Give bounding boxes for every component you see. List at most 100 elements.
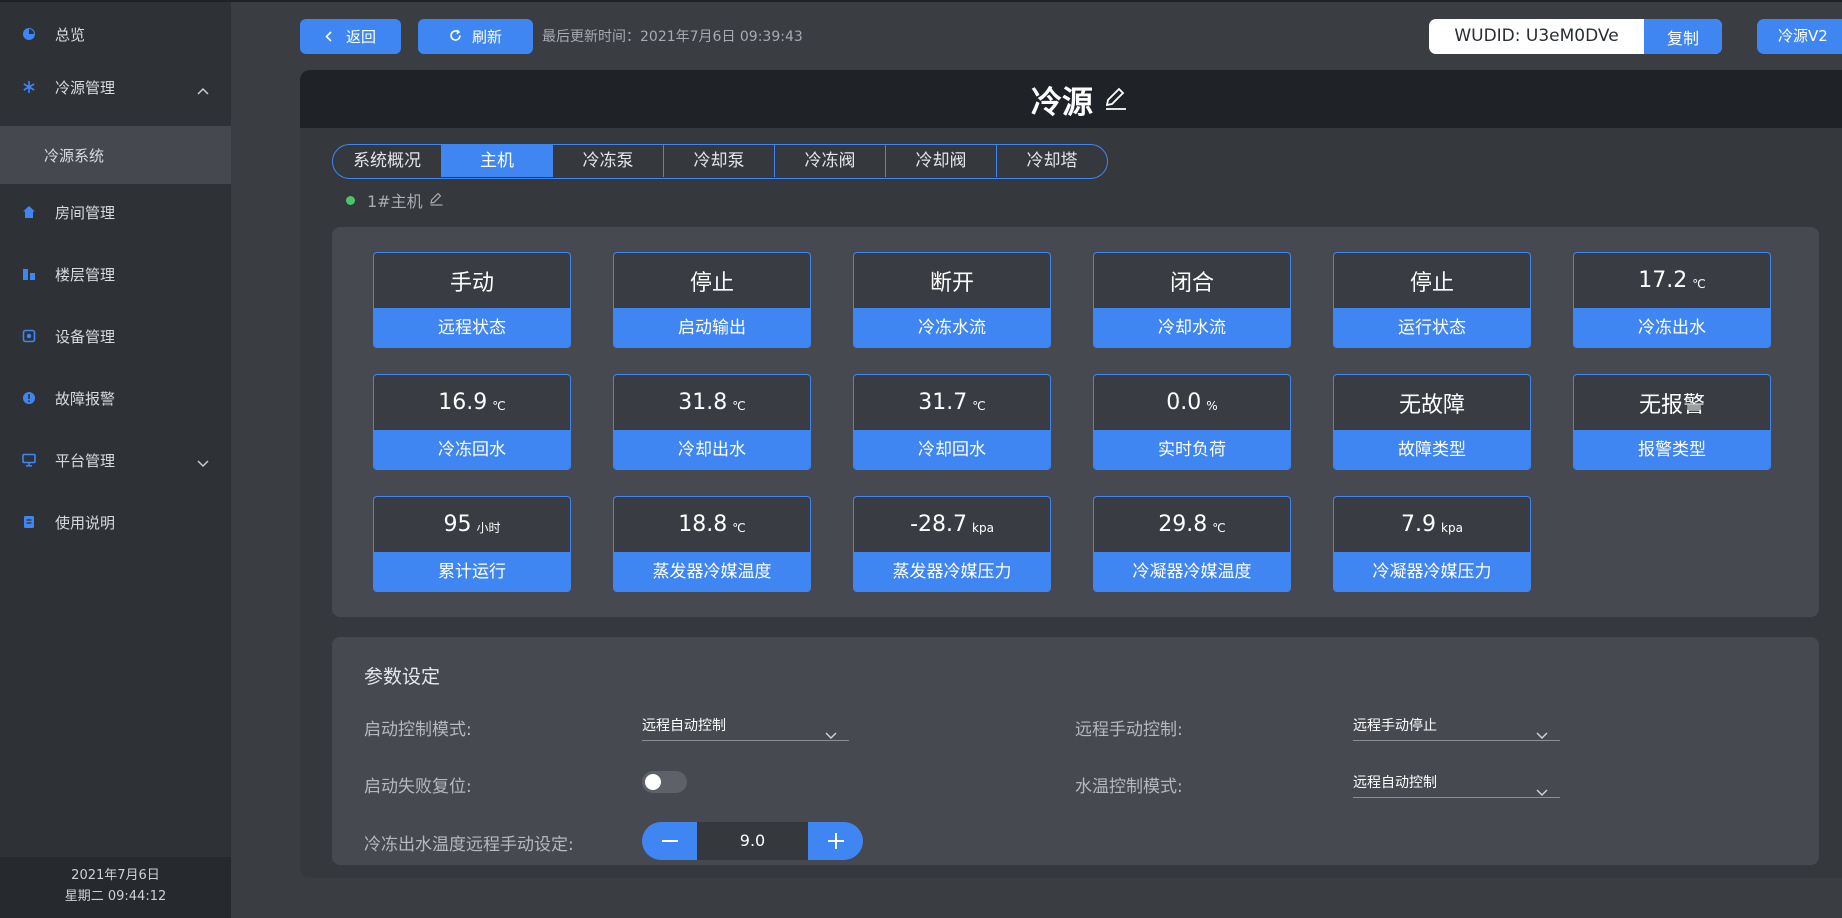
status-card: 31.7 ℃ 冷却回水 — [853, 374, 1051, 470]
water-mode-label: 水温控制模式: — [1075, 777, 1183, 797]
tab-cooling-valve[interactable]: 冷却阀 — [885, 145, 996, 177]
decrement-button[interactable] — [642, 822, 697, 860]
status-card-unit: % — [1206, 398, 1218, 413]
tab-overview[interactable]: 系统概况 — [333, 145, 441, 177]
setpoint-value[interactable]: 9.0 — [697, 822, 808, 860]
sidebar-item-help[interactable]: 使用说明 — [0, 492, 231, 552]
refresh-button[interactable]: 刷新 — [418, 19, 533, 54]
status-card-label: 远程状态 — [374, 308, 570, 347]
status-card-value-text: 31.8 — [678, 390, 728, 415]
tab-chilled-pump[interactable]: 冷冻泵 — [552, 145, 663, 177]
status-card: 0.0% 实时负荷 — [1093, 374, 1291, 470]
status-card: 闭合 冷却水流 — [1093, 252, 1291, 348]
status-card-unit: ℃ — [732, 398, 746, 413]
sidebar-item-overview[interactable]: 总览 — [0, 4, 231, 64]
status-card-value: 95 小时 — [374, 497, 570, 552]
status-card-value: 31.7 ℃ — [854, 375, 1050, 430]
sidebar-item-alarms[interactable]: 故障报警 — [0, 368, 231, 428]
snowflake-icon — [22, 80, 36, 94]
monitor-icon — [22, 453, 36, 467]
wudid-value: WUDID: U3eM0DVe — [1454, 26, 1619, 46]
status-card: 停止 启动输出 — [613, 252, 811, 348]
status-card-label: 冷冻出水 — [1574, 308, 1770, 347]
sidebar-item-label: 平台管理 — [55, 451, 116, 470]
sidebar-item-label: 故障报警 — [55, 389, 116, 408]
status-card-value-text: 7.9 — [1401, 512, 1437, 537]
status-card-value: 17.2 ℃ — [1574, 253, 1770, 308]
status-card: 18.8 ℃ 蒸发器冷媒温度 — [613, 496, 811, 592]
back-button-label: 返回 — [345, 28, 376, 46]
status-card: 无故障 故障类型 — [1333, 374, 1531, 470]
status-dot — [346, 195, 355, 205]
chevron-down-icon — [1536, 721, 1548, 751]
sidebar-item-label: 设备管理 — [55, 327, 116, 346]
tab-cooling-pump[interactable]: 冷却泵 — [663, 145, 774, 177]
start-mode-select[interactable]: 远程自动控制 — [642, 711, 849, 741]
increment-button[interactable] — [808, 822, 863, 860]
status-card: 断开 冷冻水流 — [853, 252, 1051, 348]
edit-unit-icon[interactable] — [429, 191, 444, 210]
chevron-down-icon — [1536, 778, 1548, 808]
status-card-label: 冷却出水 — [614, 430, 810, 469]
refresh-icon — [449, 28, 462, 46]
status-card-value: 无故障 — [1334, 375, 1530, 430]
chevron-down-icon — [825, 721, 837, 751]
edit-title-icon[interactable] — [1103, 85, 1129, 115]
page-title: 冷源 — [1031, 84, 1093, 121]
remote-manual-value: 远程手动停止 — [1353, 718, 1437, 734]
sidebar-item-floors[interactable]: 楼层管理 — [0, 244, 231, 304]
status-card-value: 闭合 — [1094, 253, 1290, 308]
status-card-unit: ℃ — [1692, 276, 1706, 291]
chevron-down-icon — [197, 454, 209, 468]
status-card-value-text: 停止 — [1409, 270, 1454, 296]
sidebar-item-devices[interactable]: 设备管理 — [0, 306, 231, 366]
status-card-value: 31.8 ℃ — [614, 375, 810, 430]
status-card-value: 29.8 ℃ — [1094, 497, 1290, 552]
status-card-value-text: 闭合 — [1169, 270, 1214, 296]
status-card: 29.8 ℃ 冷凝器冷媒温度 — [1093, 496, 1291, 592]
remote-manual-select[interactable]: 远程手动停止 — [1353, 711, 1560, 741]
back-button[interactable]: 返回 — [300, 19, 401, 54]
status-card: 95 小时累计运行 — [373, 496, 571, 592]
status-card-value-text: 0.0 — [1166, 390, 1202, 415]
sidebar-item-cold-source-system[interactable]: 冷源系统 — [0, 126, 231, 184]
status-card: 17.2 ℃ 冷冻出水 — [1573, 252, 1771, 348]
wudid-box: WUDID: U3eM0DVe 复制 — [1429, 19, 1722, 54]
sidebar-item-cold-source[interactable]: 冷源管理 — [0, 57, 231, 117]
status-card-value-text: 断开 — [929, 270, 974, 296]
status-card-value-text: 18.8 — [678, 512, 728, 537]
water-mode-value: 远程自动控制 — [1353, 775, 1437, 791]
tab-cooling-tower[interactable]: 冷却塔 — [996, 145, 1107, 177]
status-card-label: 运行状态 — [1334, 308, 1530, 347]
status-card-value-text: 无故障 — [1398, 392, 1465, 418]
status-card-label: 累计运行 — [374, 552, 570, 591]
status-card-label: 实时负荷 — [1094, 430, 1290, 469]
status-card-unit: 小时 — [476, 521, 501, 535]
status-card-unit: ℃ — [972, 398, 986, 413]
setpoint-stepper: 9.0 — [642, 822, 863, 860]
status-card-value: 0.0% — [1094, 375, 1290, 430]
status-card: 16.9 ℃ 冷冻回水 — [373, 374, 571, 470]
status-card-value: 停止 — [614, 253, 810, 308]
sidebar-item-label: 使用说明 — [55, 513, 116, 532]
version-button[interactable]: 冷源V2 — [1757, 19, 1842, 54]
water-mode-select[interactable]: 远程自动控制 — [1353, 768, 1560, 798]
tab-chiller[interactable]: 主机 — [441, 145, 552, 177]
status-card-label: 故障类型 — [1334, 430, 1530, 469]
start-mode-value: 远程自动控制 — [642, 718, 726, 734]
status-card-value: 18.8 ℃ — [614, 497, 810, 552]
sidebar-item-rooms[interactable]: 房间管理 — [0, 182, 231, 242]
status-card-value: 7.9 kpa — [1334, 497, 1530, 552]
status-card: -28.7 kpa 蒸发器冷媒压力 — [853, 496, 1051, 592]
status-card-unit: kpa — [972, 520, 994, 535]
start-mode-label: 启动控制模式: — [364, 720, 472, 740]
sidebar-item-label: 总览 — [55, 25, 86, 44]
tab-chilled-valve[interactable]: 冷冻阀 — [774, 145, 885, 177]
reset-toggle[interactable] — [642, 771, 687, 793]
status-card-value-text: 16.9 — [438, 390, 488, 415]
building-icon — [22, 267, 36, 281]
sidebar-item-platform[interactable]: 平台管理 — [0, 430, 231, 490]
toggle-knob — [645, 774, 661, 790]
copy-button[interactable]: 复制 — [1644, 19, 1722, 54]
status-card-value-text: 95 — [443, 512, 472, 537]
